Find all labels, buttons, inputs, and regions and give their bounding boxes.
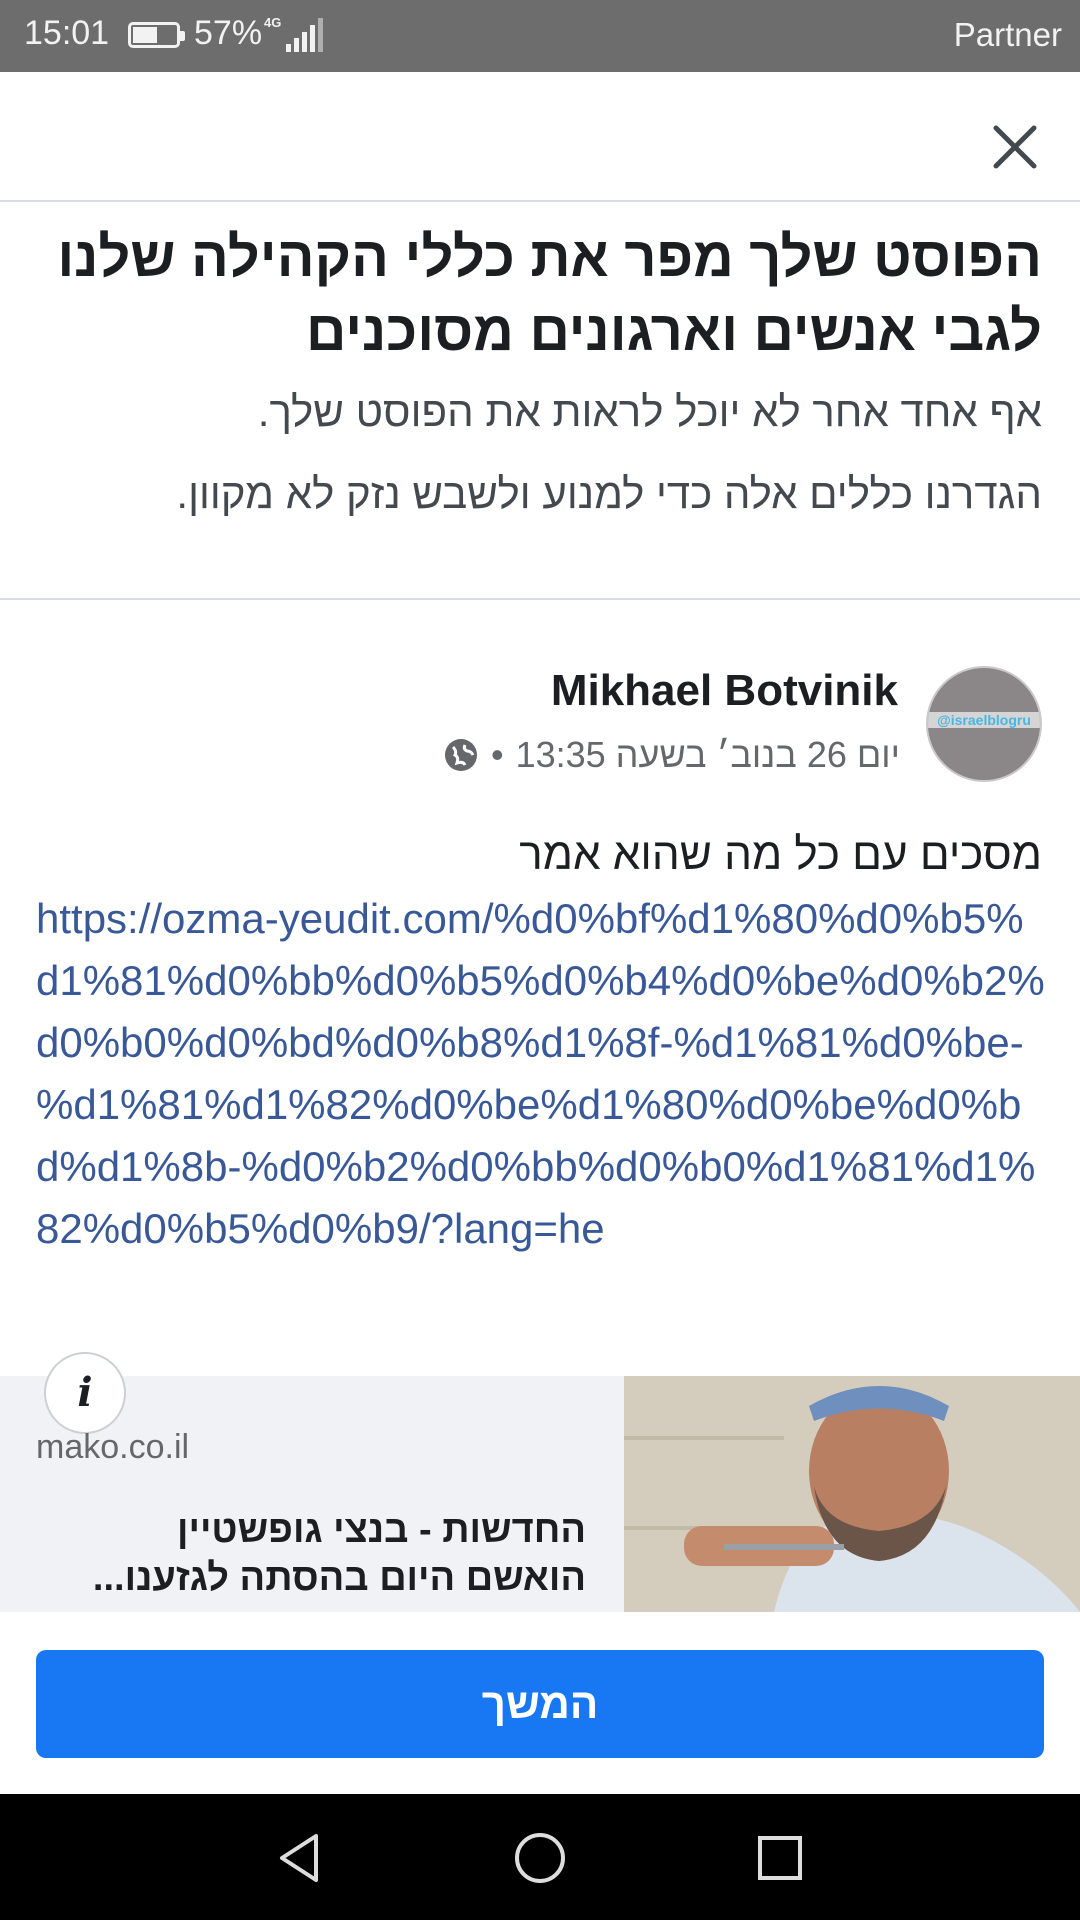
- close-button[interactable]: [980, 112, 1050, 182]
- post-author[interactable]: Mikhael Botvinik: [551, 666, 898, 716]
- recents-button[interactable]: [748, 1826, 812, 1890]
- info-icon: i: [77, 1369, 93, 1416]
- page-title: הפוסט שלך מפר את כללי הקהילה שלנו לגבי א…: [57, 225, 1042, 362]
- continue-button[interactable]: המשך: [36, 1650, 1044, 1758]
- post-text: מסכים עם כל מה שהוא אמר: [519, 830, 1042, 879]
- status-bar: 15:01 57% 4G Partner: [0, 0, 1080, 72]
- preview-title-line-2: הואשם היום בהסתה לגזענו...: [92, 1557, 586, 1599]
- preview-title: החדשות - בנצי גופשטיין הואשם היום בהסתה …: [36, 1506, 586, 1602]
- signal-icon: [286, 18, 323, 52]
- system-nav-bar: [0, 1794, 1080, 1920]
- recents-icon: [758, 1836, 802, 1880]
- violation-header: הפוסט שלך מפר את כללי הקהילה שלנו לגבי א…: [0, 202, 1080, 600]
- meta-separator: •: [490, 734, 504, 775]
- preview-title-line-1: החדשות - בנצי גופשטיין: [177, 1509, 586, 1551]
- dialog-top-bar: [0, 72, 1080, 202]
- info-button[interactable]: i: [44, 1352, 126, 1434]
- avatar[interactable]: @israelblogru: [926, 666, 1042, 782]
- home-button[interactable]: [508, 1826, 572, 1890]
- network-type: 4G: [264, 15, 282, 30]
- description-visibility: אף אחד אחר לא יוכל לראות את הפוסט שלך.: [257, 388, 1042, 435]
- preview-domain: mako.co.il: [36, 1428, 190, 1466]
- back-icon: [280, 1834, 318, 1882]
- post-link[interactable]: https://ozma-yeudit.com/%d0%bf%d1%80%d0%…: [36, 888, 1046, 1260]
- globe-icon: [444, 739, 477, 771]
- description-reason: הגדרנו כללים אלה כדי למנוע ולשבש נזק לא …: [176, 470, 1042, 517]
- battery-percent: 57%: [194, 14, 263, 52]
- preview-image: [624, 1376, 1080, 1612]
- home-icon: [515, 1833, 565, 1883]
- battery-icon: [128, 22, 185, 48]
- avatar-text: @israelblogru: [928, 712, 1040, 728]
- post-meta: יום 26 בנוב׳ בשעה 13:35 •: [443, 734, 900, 776]
- carrier-name: Partner: [953, 16, 1062, 53]
- back-button[interactable]: [268, 1826, 332, 1890]
- close-icon: [993, 125, 1037, 169]
- status-time: 15:01: [24, 14, 110, 52]
- post-timestamp[interactable]: יום 26 בנוב׳ בשעה 13:35: [516, 734, 900, 776]
